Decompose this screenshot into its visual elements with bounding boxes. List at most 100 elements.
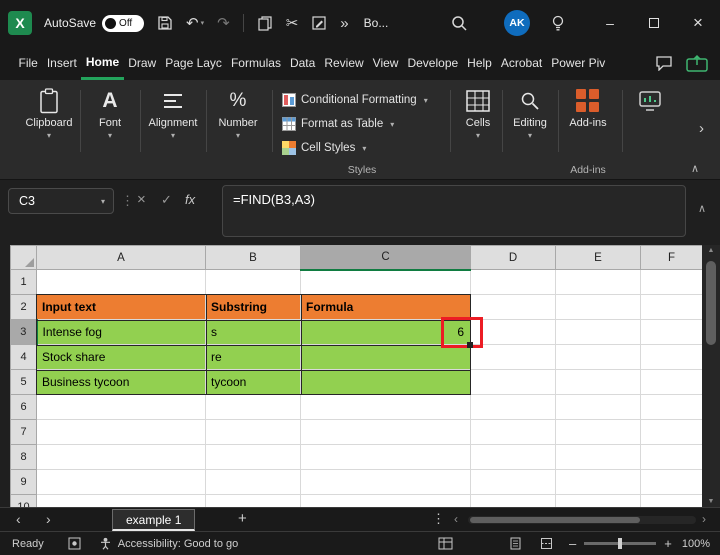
cell-E2[interactable] — [556, 295, 641, 320]
cell-D6[interactable] — [471, 395, 556, 420]
conditional-formatting-button[interactable]: Conditional Formatting ▾ — [282, 90, 428, 110]
row-header-5[interactable]: 5 — [11, 370, 37, 395]
cell-A10[interactable] — [37, 495, 206, 508]
cell-C4[interactable] — [301, 345, 471, 370]
cell-E9[interactable] — [556, 470, 641, 495]
cell-E3[interactable] — [556, 320, 641, 345]
cell-C8[interactable] — [301, 445, 471, 470]
minimize-button[interactable]: – — [588, 0, 632, 46]
tab-acrobat[interactable]: Acrobat — [496, 46, 546, 80]
hscroll-left-icon[interactable]: ‹ — [454, 512, 458, 526]
formula-input[interactable]: =FIND(B3,A3) — [222, 185, 686, 237]
tab-draw[interactable]: Draw — [124, 46, 161, 80]
cell-C10[interactable] — [301, 495, 471, 508]
cell-F2[interactable] — [641, 295, 703, 320]
new-sheet-button[interactable]: + — [238, 510, 247, 527]
cell-B8[interactable] — [206, 445, 301, 470]
cell-F7[interactable] — [641, 420, 703, 445]
cell-B9[interactable] — [206, 470, 301, 495]
cell-E1[interactable] — [556, 270, 641, 295]
cell-F1[interactable] — [641, 270, 703, 295]
cell-E10[interactable] — [556, 495, 641, 508]
save-button[interactable] — [157, 15, 173, 31]
row-header-1[interactable]: 1 — [11, 270, 37, 295]
cell-F3[interactable] — [641, 320, 703, 345]
expand-formula-bar-icon[interactable]: ∧ — [698, 202, 706, 215]
cell-C1[interactable] — [301, 270, 471, 295]
accessibility-checker-button[interactable]: Accessibility: Good to go — [99, 537, 238, 550]
cell-D9[interactable] — [471, 470, 556, 495]
cell-B2[interactable]: Substring — [206, 295, 301, 320]
cell-E8[interactable] — [556, 445, 641, 470]
cell-E6[interactable] — [556, 395, 641, 420]
tab-more-icon[interactable]: ⋮ — [432, 511, 445, 527]
cell-A2[interactable]: Input text — [37, 295, 206, 320]
share-button[interactable] — [686, 54, 708, 72]
cell-B7[interactable] — [206, 420, 301, 445]
comment-button[interactable] — [655, 55, 673, 71]
row-header-4[interactable]: 4 — [11, 345, 37, 370]
cell-F8[interactable] — [641, 445, 703, 470]
macro-record-button[interactable] — [68, 537, 81, 550]
cell-F10[interactable] — [641, 495, 703, 508]
maximize-button[interactable] — [632, 0, 676, 46]
zoom-out-button[interactable]: – — [569, 536, 576, 551]
draw-tool-button[interactable] — [311, 15, 327, 31]
add-ins-button[interactable]: Add-ins — [560, 87, 616, 129]
cell-C2[interactable]: Formula — [301, 295, 471, 320]
cell-A6[interactable] — [37, 395, 206, 420]
format-as-table-button[interactable]: Format as Table ▾ — [282, 114, 394, 134]
page-layout-view-button[interactable] — [509, 537, 522, 550]
insert-function-button[interactable]: fx — [185, 192, 195, 207]
avatar[interactable]: AK — [504, 10, 530, 36]
row-header-3[interactable]: 3 — [11, 320, 37, 345]
tab-page-layout[interactable]: Page Layc — [161, 46, 227, 80]
select-all-corner[interactable] — [11, 246, 37, 270]
tab-data[interactable]: Data — [285, 46, 319, 80]
row-header-7[interactable]: 7 — [11, 420, 37, 445]
cells-group-button[interactable]: Cells ▾ — [456, 87, 500, 140]
more-commands-button[interactable]: » — [340, 15, 348, 32]
scroll-up-icon[interactable]: ▲ — [702, 247, 720, 254]
horizontal-scrollbar-thumb[interactable] — [470, 517, 640, 523]
cancel-button[interactable]: × — [137, 191, 146, 208]
cell-E5[interactable] — [556, 370, 641, 395]
page-break-view-button[interactable] — [540, 537, 553, 550]
tab-developer[interactable]: Develope — [403, 46, 463, 80]
hscroll-right-icon[interactable]: › — [702, 512, 706, 526]
row-header-8[interactable]: 8 — [11, 445, 37, 470]
cell-D10[interactable] — [471, 495, 556, 508]
row-header-10[interactable]: 10 — [11, 495, 37, 508]
horizontal-scrollbar[interactable] — [468, 516, 696, 524]
zoom-in-button[interactable]: + — [664, 536, 672, 551]
cell-B3[interactable]: s — [206, 320, 301, 345]
cell-A3[interactable]: Intense fog — [37, 320, 206, 345]
cell-styles-button[interactable]: Cell Styles ▾ — [282, 138, 366, 158]
cell-A4[interactable]: Stock share — [37, 345, 206, 370]
cell-B6[interactable] — [206, 395, 301, 420]
cell-D7[interactable] — [471, 420, 556, 445]
scroll-down-icon[interactable]: ▼ — [702, 498, 720, 505]
undo-button[interactable]: ↶▾ — [186, 14, 204, 32]
excel-logo-icon[interactable]: X — [8, 11, 32, 35]
cell-A9[interactable] — [37, 470, 206, 495]
cell-A7[interactable] — [37, 420, 206, 445]
cell-F6[interactable] — [641, 395, 703, 420]
ribbon-scroll-right-icon[interactable]: › — [699, 120, 704, 137]
col-header-A[interactable]: A — [37, 246, 206, 270]
cell-C7[interactable] — [301, 420, 471, 445]
cell-A5[interactable]: Business tycoon — [37, 370, 206, 395]
cell-D1[interactable] — [471, 270, 556, 295]
col-header-B[interactable]: B — [206, 246, 301, 270]
sheet-tab[interactable]: example 1 — [112, 509, 195, 531]
cell-B4[interactable]: re — [206, 345, 301, 370]
cell-A8[interactable] — [37, 445, 206, 470]
redo-button[interactable]: ↷ — [217, 14, 230, 32]
analyze-data-button[interactable] — [630, 87, 670, 115]
cell-B10[interactable] — [206, 495, 301, 508]
tab-file[interactable]: File — [14, 46, 42, 80]
cell-F4[interactable] — [641, 345, 703, 370]
autosave-toggle[interactable]: Off — [102, 15, 144, 32]
zoom-slider-thumb[interactable] — [618, 538, 622, 549]
row-header-9[interactable]: 9 — [11, 470, 37, 495]
